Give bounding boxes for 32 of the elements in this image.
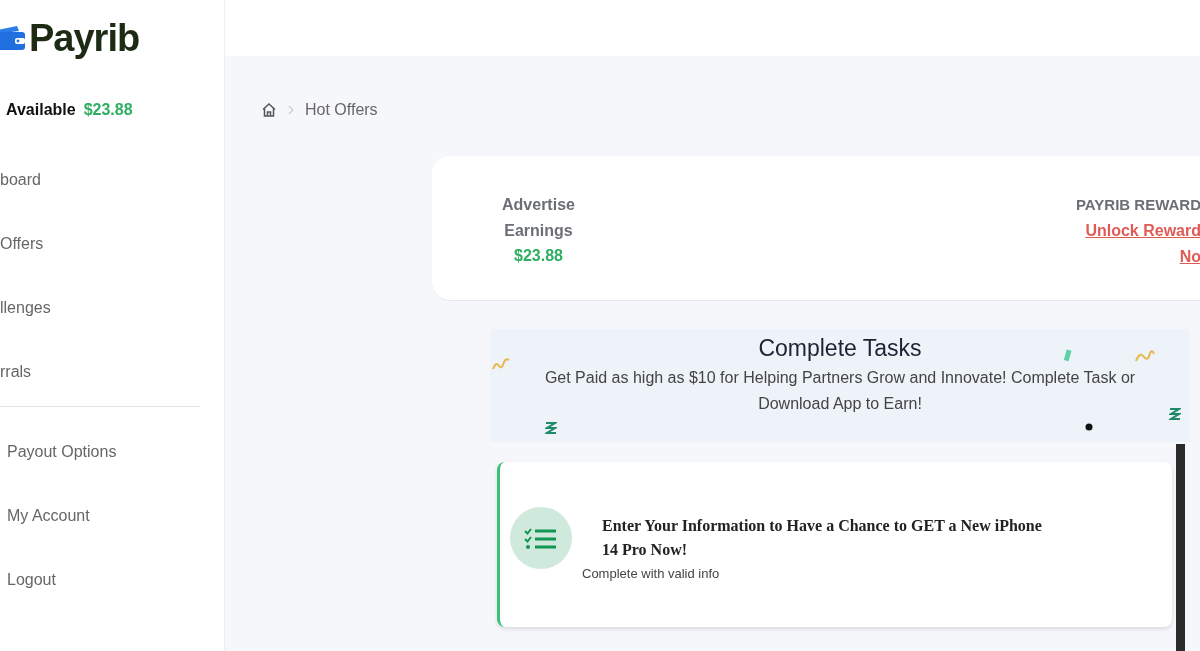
rewards-link[interactable]: Unlock Reward	[1085, 218, 1200, 244]
task-subtitle: Complete with valid info	[582, 566, 721, 581]
nav-item[interactable]: My Account	[7, 506, 90, 526]
earnings-label: Advertise	[502, 195, 575, 215]
logo-text[interactable]: Payrib	[29, 16, 140, 60]
confetti-icon	[1169, 407, 1181, 421]
balance-amount: $23.88	[83, 101, 133, 119]
nav-item[interactable]: rrals	[0, 362, 32, 382]
banner-title: Complete Tasks	[758, 334, 922, 363]
home-icon[interactable]	[261, 102, 277, 118]
checklist-icon	[510, 506, 572, 569]
rewards-link[interactable]: No	[1179, 244, 1200, 270]
nav-item[interactable]: Offers	[0, 234, 44, 254]
confetti-icon	[1135, 349, 1155, 363]
confetti-icon	[545, 421, 557, 435]
task-card[interactable]: Enter Your Information to Have a Chance to GET a New iPhone 14 Pro Now! Complete with valid info	[497, 462, 1172, 627]
confetti-icon	[1085, 423, 1093, 431]
breadcrumb-current: Hot Offers	[305, 101, 378, 119]
scrollbar[interactable]	[1176, 444, 1185, 651]
nav-item[interactable]: llenges	[0, 298, 51, 318]
earnings-label: Earnings	[504, 221, 573, 241]
rewards-title: PAYRIB REWARD	[1075, 195, 1200, 215]
task-title: Enter Your Information to Have a Chance to GET a New iPhone 14 Pro Now!	[602, 516, 1042, 560]
banner-text: Get Paid as high as $10 for Helping Partners Grow and Innovate! Complete Task or Download App to Earn!	[543, 368, 1137, 414]
confetti-icon	[1063, 349, 1073, 363]
nav-item[interactable]: Logout	[7, 570, 56, 590]
nav-item[interactable]: board	[0, 170, 41, 190]
confetti-icon	[492, 357, 510, 371]
chevron-icon	[287, 104, 295, 116]
balance-label: Available	[6, 101, 76, 119]
nav-item[interactable]: Payout Options	[7, 442, 117, 462]
earnings-amount: $23.88	[514, 246, 563, 266]
